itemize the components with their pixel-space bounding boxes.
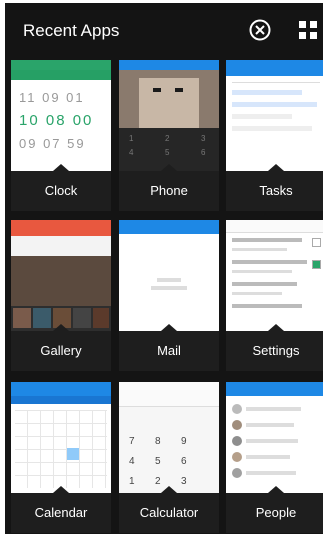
clock-times-2: 10 08 00 — [19, 112, 94, 129]
app-label: Tasks — [226, 171, 323, 211]
app-preview — [11, 220, 111, 331]
app-card-calendar[interactable]: Calendar — [11, 382, 111, 533]
app-preview — [226, 382, 323, 493]
grid-view-button[interactable] — [297, 19, 319, 41]
app-label: Calendar — [11, 493, 111, 533]
clock-times-1: 11 09 01 — [19, 90, 85, 105]
app-card-tasks[interactable]: Tasks — [226, 60, 323, 211]
app-preview: 1 2 3 4 5 6 — [119, 60, 219, 171]
grid-view-icon — [299, 21, 317, 39]
notch — [268, 486, 284, 493]
close-circle-icon — [249, 19, 271, 41]
app-label: Calculator — [119, 493, 219, 533]
calc-key-2: 2 — [155, 476, 161, 487]
notch — [161, 486, 177, 493]
notch — [161, 164, 177, 171]
app-label: Clock — [11, 171, 111, 211]
calc-key-8: 8 — [155, 436, 161, 447]
app-card-phone[interactable]: 1 2 3 4 5 6 Phone — [119, 60, 219, 211]
notch — [53, 486, 69, 493]
clock-times-3: 09 07 59 — [19, 136, 86, 151]
notch — [268, 324, 284, 331]
calc-key-6: 6 — [181, 456, 187, 467]
close-all-button[interactable] — [249, 19, 271, 41]
app-preview: 11 09 01 10 08 00 09 07 59 — [11, 60, 111, 171]
app-card-people[interactable]: People — [226, 382, 323, 533]
app-label: People — [226, 493, 323, 533]
app-label: Gallery — [11, 331, 111, 371]
app-preview — [119, 220, 219, 331]
calc-key-4: 4 — [129, 456, 135, 467]
app-label: Mail — [119, 331, 219, 371]
calc-key-1: 1 — [129, 476, 135, 487]
header: Recent Apps — [5, 3, 323, 59]
app-card-clock[interactable]: 11 09 01 10 08 00 09 07 59 Clock — [11, 60, 111, 211]
app-card-settings[interactable]: Settings — [226, 220, 323, 371]
notch — [268, 164, 284, 171]
calc-key-7: 7 — [129, 436, 135, 447]
calc-key-5: 5 — [155, 456, 161, 467]
notch — [161, 324, 177, 331]
app-preview — [11, 382, 111, 493]
app-preview — [226, 60, 323, 171]
notch — [53, 324, 69, 331]
calc-key-3: 3 — [181, 476, 187, 487]
page-title: Recent Apps — [23, 21, 120, 40]
recent-apps-screen: Recent Apps 11 09 01 10 08 00 09 07 59 C… — [5, 3, 323, 534]
app-card-gallery[interactable]: Gallery — [11, 220, 111, 371]
calc-key-9: 9 — [181, 436, 187, 447]
app-preview: 7 8 9 4 5 6 1 2 3 — [119, 382, 219, 493]
app-preview — [226, 220, 323, 331]
app-card-calculator[interactable]: 7 8 9 4 5 6 1 2 3 Calculator — [119, 382, 219, 533]
app-label: Settings — [226, 331, 323, 371]
app-label: Phone — [119, 171, 219, 211]
app-card-mail[interactable]: Mail — [119, 220, 219, 371]
notch — [53, 164, 69, 171]
